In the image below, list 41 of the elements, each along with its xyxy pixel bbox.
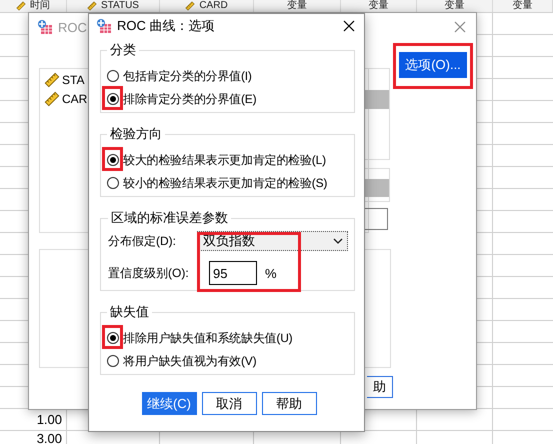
radio-label[interactable]: 较大的检验结果表示更加肯定的检验(L) <box>123 152 326 168</box>
window-title: ROC 曲线：选项 <box>117 17 214 35</box>
group-title: 分类 <box>109 41 137 59</box>
options-button[interactable]: 选项(O)... <box>399 52 467 78</box>
app-icon <box>96 18 112 34</box>
radio-label[interactable]: 包括肯定分类的分界值(I) <box>123 68 252 84</box>
dialog-button[interactable]: 继续(C) <box>142 392 196 415</box>
table-cell-text: 3.00 <box>36 431 63 444</box>
column-header: CARD <box>199 0 228 12</box>
dialog-button[interactable]: 取消 <box>202 392 256 415</box>
ruler-icon <box>87 1 98 11</box>
radio-label[interactable]: 将用户缺失值视为有效(V) <box>123 352 256 370</box>
ruler-icon <box>16 1 26 11</box>
radio-button[interactable] <box>107 70 119 82</box>
close-icon[interactable] <box>343 20 355 32</box>
radio-button[interactable] <box>107 93 119 105</box>
group-title: 检验方向 <box>109 125 163 143</box>
variable-item[interactable]: STA <box>62 73 84 87</box>
unit-label: % <box>265 266 277 280</box>
table-cell-text: 1.00 <box>36 411 63 429</box>
radio-label[interactable]: 排除肯定分类的分界值(E) <box>123 90 256 108</box>
field-label: 分布假定(D): <box>108 232 177 250</box>
group-title: 缺失值 <box>109 303 150 321</box>
radio-button[interactable] <box>107 332 119 344</box>
input-field[interactable]: 95 <box>209 261 257 285</box>
column-header: 时间 <box>30 0 50 12</box>
group-title: 区域的标准误差参数 <box>110 209 229 227</box>
help-button[interactable]: 助 <box>367 376 393 398</box>
radio-label[interactable]: 排除用户缺失值和系统缺失值(U) <box>123 330 292 346</box>
column-header: STATUS <box>101 0 139 12</box>
field-label: 置信度级别(O): <box>108 264 190 282</box>
window-title: ROC <box>58 20 87 34</box>
ruler-icon <box>185 1 196 11</box>
radio-button[interactable] <box>107 154 119 166</box>
radio-label[interactable]: 较小的检验结果表示更加肯定的检验(S) <box>123 174 328 192</box>
dialog-button[interactable]: 帮助 <box>262 392 316 415</box>
variable-item[interactable]: CAR <box>62 92 88 106</box>
app-icon <box>37 19 53 35</box>
radio-button[interactable] <box>107 177 119 189</box>
caret-icon <box>333 237 343 245</box>
radio-button[interactable] <box>107 355 119 367</box>
